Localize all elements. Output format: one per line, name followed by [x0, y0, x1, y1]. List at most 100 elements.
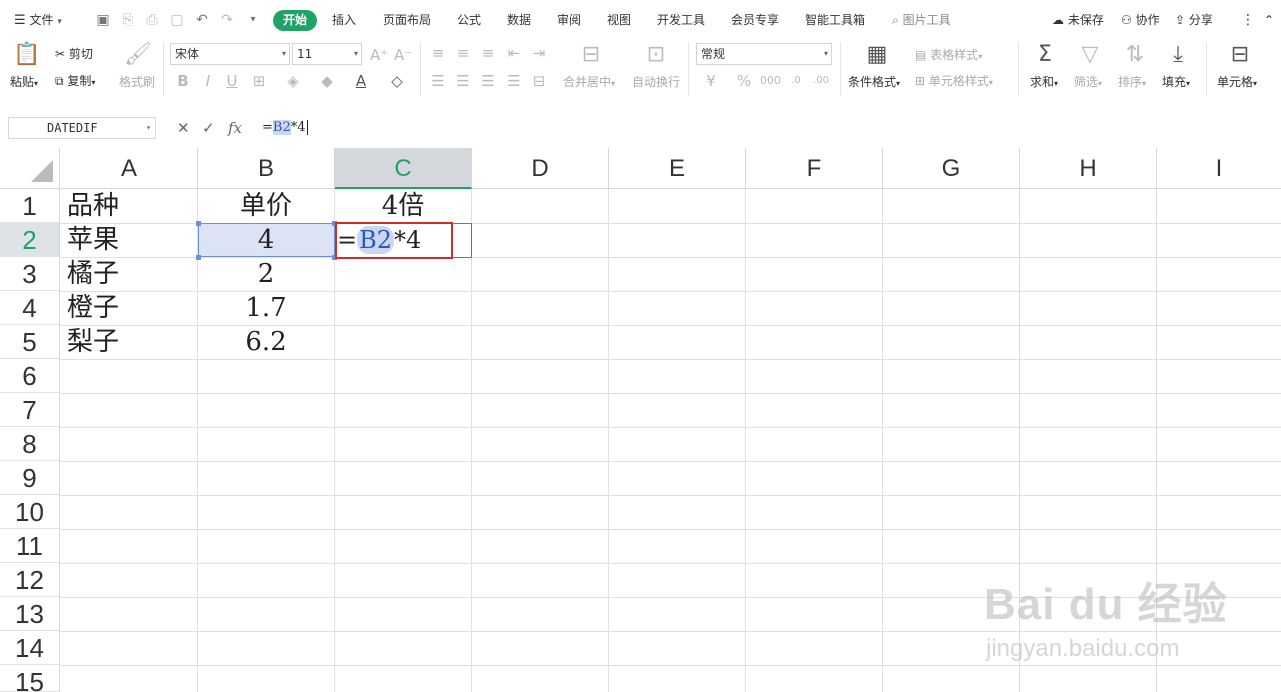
column-header-f[interactable]: F [746, 148, 883, 189]
column-header-a[interactable]: A [61, 148, 198, 189]
clear-format-icon[interactable]: ◇ [388, 72, 406, 90]
decrease-decimal-icon[interactable]: .00 [812, 72, 830, 90]
increase-font-icon[interactable]: A⁺ [370, 46, 388, 64]
tab-page-layout[interactable]: 页面布局 [383, 10, 431, 30]
currency-icon[interactable]: ¥ [702, 72, 720, 90]
undo-icon[interactable]: ↶ [193, 10, 211, 30]
tab-data[interactable]: 数据 [507, 10, 531, 30]
column-header-b[interactable]: B [198, 148, 335, 189]
merge-center-icon[interactable]: ⊟ [576, 42, 606, 68]
tab-picture-tools[interactable]: ⌕ 图片工具 [892, 10, 951, 30]
italic-icon[interactable]: I [199, 72, 217, 90]
cell-a2[interactable]: 苹果 [61, 223, 197, 257]
cell-a1[interactable]: 品种 [61, 189, 197, 223]
tab-review[interactable]: 审阅 [557, 10, 581, 30]
row-header-7[interactable]: 7 [0, 393, 60, 427]
output-icon[interactable]: ⎘ [119, 10, 137, 30]
align-right-icon[interactable]: ☰ [479, 72, 497, 90]
text-color-icon[interactable]: A [352, 72, 370, 90]
decrease-font-icon[interactable]: A⁻ [394, 46, 412, 64]
tab-view[interactable]: 视图 [607, 10, 631, 30]
align-center-icon[interactable]: ☰ [454, 72, 472, 90]
tab-smart-toolbox[interactable]: 智能工具箱 [805, 10, 865, 30]
row-header-12[interactable]: 12 [0, 563, 60, 597]
cell-b5[interactable]: 6.2 [198, 325, 334, 359]
conditional-format-button[interactable]: 条件格式▾ [848, 73, 900, 90]
thousands-icon[interactable]: 000 [760, 72, 781, 90]
tab-member[interactable]: 会员专享 [731, 10, 779, 30]
cell-a4[interactable]: 橙子 [61, 291, 197, 325]
formula-input[interactable]: =B2*4 [252, 117, 1272, 139]
unsaved-button[interactable]: ☁ 未保存 [1052, 10, 1104, 30]
tab-start[interactable]: 开始 [273, 10, 317, 31]
cell-b1[interactable]: 单价 [198, 189, 334, 223]
conditional-format-icon[interactable]: ▦ [862, 42, 892, 68]
format-painter-icon[interactable]: 🖌 [123, 42, 153, 68]
row-header-4[interactable]: 4 [0, 291, 60, 325]
row-header-14[interactable]: 14 [0, 631, 60, 665]
align-top-icon[interactable]: ≡ [429, 44, 447, 62]
confirm-icon[interactable]: ✓ [202, 119, 215, 137]
cell-style-button[interactable]: ⊞ 单元格样式▾ [915, 72, 993, 89]
collaborate-button[interactable]: ⚇ 协作 [1121, 10, 1160, 30]
cut-button[interactable]: ✂ 剪切 [55, 45, 93, 62]
save-icon[interactable]: ▣ [94, 10, 112, 30]
tab-insert[interactable]: 插入 [332, 10, 356, 30]
filter-icon[interactable]: ▽ [1075, 42, 1105, 68]
decrease-indent-icon[interactable]: ⇤ [505, 44, 523, 62]
percent-icon[interactable]: % [735, 72, 753, 90]
justify-icon[interactable]: ☰ [505, 72, 523, 90]
wrap-text-icon[interactable]: ⊡ [641, 42, 671, 68]
sort-button[interactable]: 排序▾ [1118, 73, 1146, 90]
row-header-8[interactable]: 8 [0, 427, 60, 461]
name-box[interactable]: DATEDIF ▾ [8, 117, 156, 139]
align-left-icon[interactable]: ☰ [429, 72, 447, 90]
table-style-button[interactable]: ▤ 表格样式▾ [915, 46, 982, 63]
fill-color-icon[interactable]: ◈ [284, 72, 302, 90]
column-header-c[interactable]: C [335, 148, 472, 189]
fill-icon[interactable]: ⤓ [1163, 42, 1193, 68]
paste-icon[interactable]: 📋 [12, 42, 42, 68]
filter-button[interactable]: 筛选▾ [1074, 73, 1102, 90]
copy-button[interactable]: ⧉ 复制▾ [55, 72, 95, 89]
increase-indent-icon[interactable]: ⇥ [530, 44, 548, 62]
column-header-d[interactable]: D [472, 148, 609, 189]
align-bottom-icon[interactable]: ≡ [479, 44, 497, 62]
select-all-corner[interactable] [0, 148, 60, 189]
share-button[interactable]: ⇪ 分享 [1175, 10, 1213, 30]
cell-b2[interactable]: 4 [198, 223, 334, 257]
tab-formulas[interactable]: 公式 [457, 10, 481, 30]
column-header-e[interactable]: E [609, 148, 746, 189]
cell-icon[interactable]: ⊟ [1225, 42, 1255, 68]
customize-dropdown-icon[interactable]: ▾ [244, 10, 262, 30]
merge-center-button[interactable]: 合并居中▾ [563, 73, 615, 90]
font-size-select[interactable]: 11 ▾ [292, 43, 362, 65]
cell-c1[interactable]: 4倍 [335, 189, 471, 223]
row-header-10[interactable]: 10 [0, 495, 60, 529]
distributed-icon[interactable]: ⊟ [530, 72, 548, 90]
collapse-ribbon-icon[interactable]: ⌃ [1264, 10, 1274, 30]
cell-button[interactable]: 单元格▾ [1217, 73, 1257, 90]
column-header-i[interactable]: I [1157, 148, 1281, 189]
print-icon[interactable]: ⎙ [143, 10, 161, 30]
row-header-2[interactable]: 2 [0, 223, 60, 257]
bold-icon[interactable]: B [174, 72, 192, 90]
number-format-select[interactable]: 常规 ▾ [696, 43, 832, 65]
cell-c2-editor[interactable]: =B2*4 [337, 223, 421, 257]
increase-decimal-icon[interactable]: .0 [787, 72, 805, 90]
row-header-3[interactable]: 3 [0, 257, 60, 291]
sum-icon[interactable]: Σ [1030, 42, 1060, 68]
cell-a3[interactable]: 橘子 [61, 257, 197, 291]
fill-button[interactable]: 填充▾ [1162, 73, 1190, 90]
print-preview-icon[interactable]: ▢ [168, 10, 186, 30]
row-header-11[interactable]: 11 [0, 529, 60, 563]
row-header-15[interactable]: 15 [0, 665, 60, 692]
cell-b3[interactable]: 2 [198, 257, 334, 291]
border-icon[interactable]: ⊞ [250, 72, 268, 90]
paste-button[interactable]: 粘贴▾ [10, 73, 38, 90]
cell-b4[interactable]: 1.7 [198, 291, 334, 325]
row-header-13[interactable]: 13 [0, 597, 60, 631]
file-menu[interactable]: ☰ 文件 ▾ [14, 10, 62, 30]
wrap-text-button[interactable]: 自动换行 [632, 73, 680, 90]
font-name-select[interactable]: 宋体 ▾ [170, 43, 290, 65]
